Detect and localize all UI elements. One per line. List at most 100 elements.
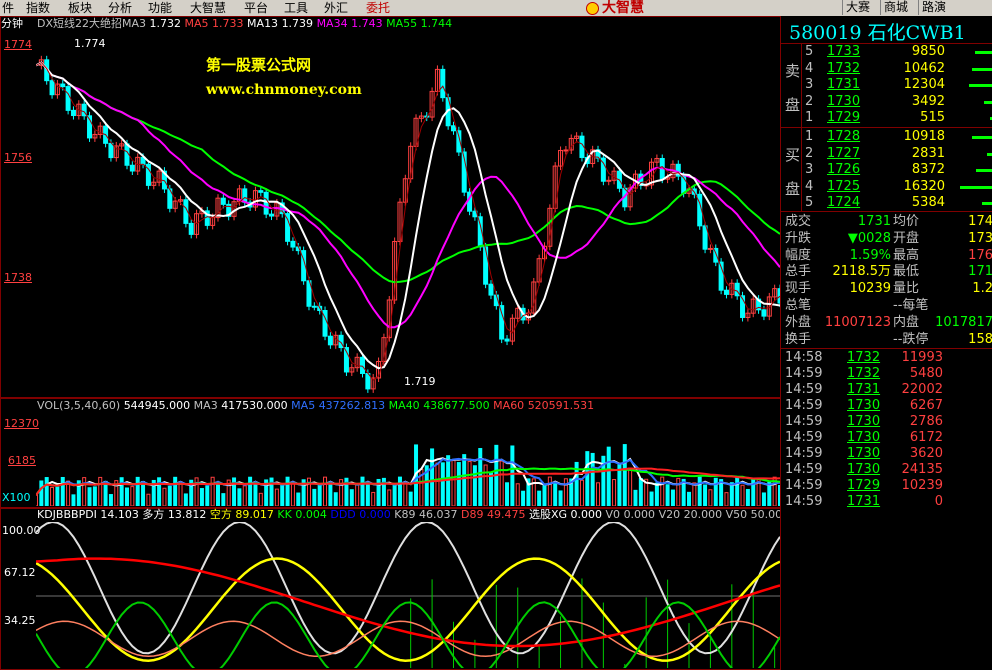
menu-tools[interactable]: 工具 [282,0,310,16]
volume-bar [472,465,477,506]
volume-bar [210,476,215,506]
brand-logo-icon [586,2,599,15]
volume-bar [167,485,172,506]
order-volume-bar [972,67,992,71]
volume-bar [183,493,188,506]
volume-bars-svg[interactable] [36,412,780,506]
sell-order-row: 1 1729 515 [781,110,992,126]
volume-bar [676,477,681,506]
stat-label: 均价 [893,214,920,229]
order-level: 3 [805,162,814,177]
sell-order-row: 4 1732 10462 [781,61,992,77]
tick-time: 14:59 [785,366,823,381]
stat-value: 171 [968,264,992,280]
candle-body [483,246,489,285]
volume-bar [82,477,87,506]
menu-bar: 件 指数 板块 分析 功能 大智慧 平台 工具 外汇 委托 大智慧 大赛 商城 … [0,0,992,17]
volume-bar [199,488,204,506]
kdj-item-value: 49.475 [486,508,529,521]
volume-bar [50,486,55,506]
price-axis-tick: 1756 [4,151,32,164]
volume-bar [124,487,129,506]
kdj-lines-svg[interactable] [36,522,780,668]
menu-platform[interactable]: 平台 [242,0,270,16]
order-volume-bar [972,136,992,139]
tick-price: 1731 [847,382,881,397]
volume-bar [553,483,558,506]
order-level: 5 [805,195,814,210]
menu-analysis[interactable]: 分析 [106,0,134,16]
volume-bar [274,488,279,506]
tick-time: 14:58 [785,350,823,365]
button-mall[interactable]: 商城 [880,0,912,15]
order-level: 4 [805,178,814,194]
kdj-item-value: 0.000 [623,508,659,521]
vol-value: 544945.000 [123,399,191,412]
order-volume: 5384 [911,195,945,210]
order-price: 1726 [827,162,861,177]
kdj-item-label: V20 [658,508,684,521]
volume-bar [542,483,547,506]
volume-header: VOL(3,5,40,60) 544945.000 MA3 417530.000… [37,400,594,412]
candle-body [360,356,366,374]
menu-sector[interactable]: 板块 [66,0,94,16]
ma34-value: 1.743 [351,17,383,30]
stat-value: 176 [968,247,992,263]
stat-label: 换手 [785,331,812,347]
tick-price: 1732 [847,366,881,381]
candle-body [108,142,114,159]
volume-bar [130,486,135,506]
ma3-value: 1.732 [149,17,182,30]
stat-row: 总手 2118.5万 最低 171 [781,264,992,280]
menu-file[interactable]: 件 [0,0,16,16]
order-price: 1731 [827,77,861,92]
tick-price: 1729 [847,478,881,493]
stat-label: 升跌 [785,230,812,246]
period-label[interactable]: 分钟 [1,18,23,30]
tick-time: 14:59 [785,398,823,413]
kdj-item-label: V0 [605,508,624,521]
stat-value: 2118.5万 [832,264,892,280]
volume-bar [355,484,360,506]
volume-bar [697,476,702,506]
stat-value: 158 [968,331,992,347]
stat-label: 成交 [785,214,812,229]
volume-bar [44,477,49,506]
price-candles-svg[interactable] [36,30,780,396]
stat-label: 最高 [893,247,920,263]
volume-bar [317,484,322,506]
menu-trade[interactable]: 委托 [364,0,392,16]
tick-row: 14:58 1732 11993 [781,350,992,366]
order-volume: 3492 [911,93,945,109]
order-level: 1 [805,129,814,144]
volume-bar [135,476,140,506]
tick-time: 14:59 [785,462,823,477]
candle-body [258,190,264,193]
sell-order-row: 2 1730 3492 [781,94,992,110]
volume-bar [108,494,113,506]
vol-ma40-label: MA40 [388,399,420,412]
volume-bar [237,488,242,506]
order-price: 1724 [827,195,861,210]
menu-index[interactable]: 指数 [24,0,52,16]
volume-bar [248,476,253,506]
order-level: 4 [805,60,814,76]
order-volume: 10918 [903,129,945,144]
volume-bar [205,485,210,506]
button-roadshow[interactable]: 路演 [918,0,950,15]
candle-body [220,197,226,205]
candlestick-series [38,55,780,393]
buy-order-row: 4 1725 16320 [781,179,992,195]
volume-bar [745,488,750,506]
stat-label: 幅度 [785,247,812,263]
button-contest[interactable]: 大赛 [842,0,874,15]
stat-value: 1731 [857,214,891,229]
candle-body [311,305,317,308]
menu-function[interactable]: 功能 [146,0,174,16]
volume-bar [670,489,675,506]
kdj-item-label: KK [277,508,296,521]
volume-bar [713,477,718,506]
menu-dzh[interactable]: 大智慧 [188,0,228,16]
tick-price: 1730 [847,446,881,461]
menu-forex[interactable]: 外汇 [322,0,350,16]
